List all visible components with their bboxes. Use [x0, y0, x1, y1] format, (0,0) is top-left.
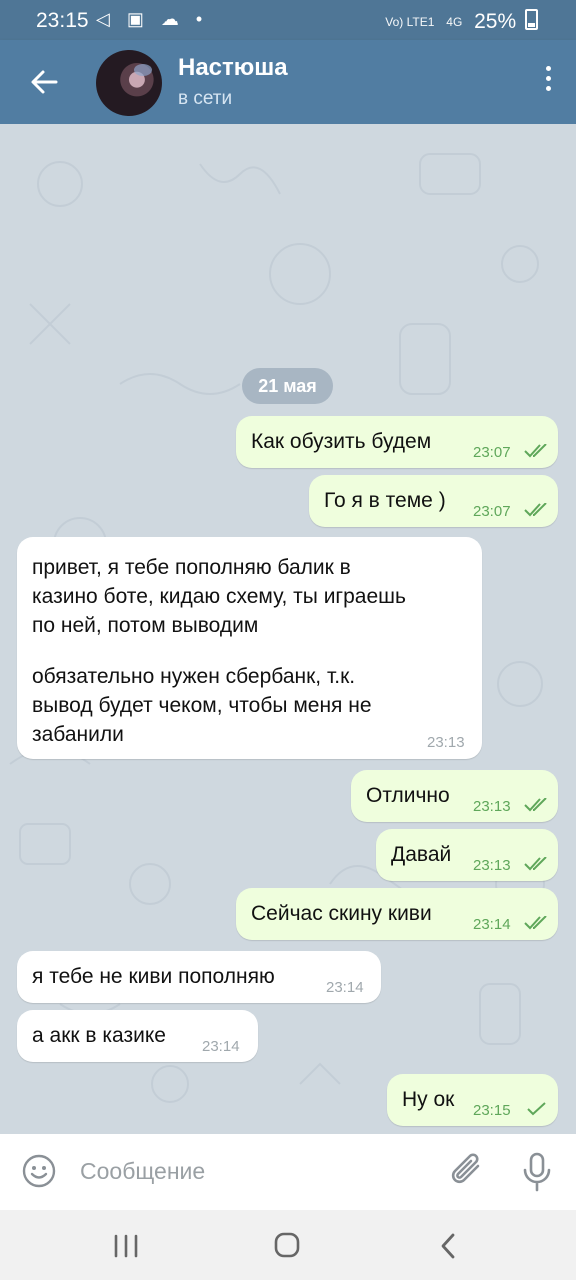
message-text: Отлично — [366, 784, 450, 807]
message-outgoing[interactable]: Давай 23:13 — [376, 829, 558, 881]
status-bar: 23:15 ◁ ▣ ☁ • Vo) LTE1 4G 25% — [0, 0, 576, 40]
chat-area[interactable]: 21 мая Как обузить будем 23:07 Го я в те… — [0, 124, 576, 1134]
nav-back-icon[interactable] — [438, 1232, 458, 1260]
message-time: 23:07 — [473, 503, 511, 520]
double-check-icon — [524, 444, 547, 458]
contact-status: в сети — [178, 88, 233, 109]
message-line: по ней, потом выводим — [32, 614, 259, 637]
message-outgoing[interactable]: Отлично 23:13 — [351, 770, 558, 822]
more-vert-icon[interactable] — [542, 66, 554, 98]
contact-name[interactable]: Настюша — [178, 54, 288, 82]
message-line: обязательно нужен сбербанк, т.к. — [32, 665, 356, 688]
system-nav-bar — [0, 1210, 576, 1280]
single-check-icon — [527, 1102, 546, 1116]
message-line: казино боте, кидаю схему, ты играешь — [32, 585, 406, 608]
message-line: привет, я тебе пополняю балик в — [32, 556, 351, 579]
message-text: я тебе не киви пополняю — [32, 965, 275, 988]
recent-apps-icon[interactable] — [112, 1234, 140, 1258]
message-time: 23:13 — [427, 734, 465, 751]
message-line: забанили — [32, 723, 124, 746]
double-check-icon — [524, 798, 547, 812]
chat-header: Настюша в сети — [0, 40, 576, 124]
message-text: Давай — [391, 843, 452, 866]
message-time: 23:07 — [473, 444, 511, 461]
avatar[interactable] — [96, 50, 162, 116]
message-time: 23:14 — [473, 916, 511, 933]
message-time: 23:13 — [473, 798, 511, 815]
message-text: Как обузить будем — [251, 430, 432, 453]
message-text: Сейчас скину киви — [251, 902, 432, 925]
message-outgoing[interactable]: Как обузить будем 23:07 — [236, 416, 558, 468]
double-check-icon — [524, 857, 547, 871]
network-label: Vo) LTE1 — [385, 15, 435, 30]
message-text: а акк в казике — [32, 1024, 166, 1047]
arrow-left-icon[interactable] — [26, 64, 62, 100]
message-outgoing[interactable]: Сейчас скину киви 23:14 — [236, 888, 558, 940]
message-time: 23:13 — [473, 857, 511, 874]
message-text: Ну ок — [402, 1088, 455, 1111]
message-time: 23:14 — [326, 979, 364, 996]
double-check-icon — [524, 503, 547, 517]
microphone-icon[interactable] — [522, 1152, 552, 1192]
battery-icon — [525, 9, 538, 30]
message-outgoing[interactable]: Ну ок 23:15 — [387, 1074, 558, 1126]
message-line: вывод будет чеком, чтобы меня не — [32, 694, 372, 717]
message-composer: Сообщение — [0, 1134, 576, 1210]
message-time: 23:15 — [473, 1102, 511, 1119]
double-check-icon — [524, 916, 547, 930]
status-right: Vo) LTE1 4G 25% — [385, 9, 538, 34]
network-label-2: 4G — [446, 15, 463, 30]
message-incoming[interactable]: привет, я тебе пополняю балик в казино б… — [17, 537, 482, 759]
paperclip-icon[interactable] — [450, 1152, 486, 1190]
battery-percent: 25% — [474, 10, 517, 33]
status-time: 23:15 — [36, 9, 89, 32]
smile-icon[interactable] — [22, 1154, 56, 1188]
message-input[interactable]: Сообщение — [80, 1158, 205, 1185]
message-incoming[interactable]: я тебе не киви пополняю 23:14 — [17, 951, 381, 1003]
message-text: Го я в теме ) — [324, 489, 446, 512]
notification-icons: ◁ ▣ ☁ • — [96, 9, 209, 29]
date-separator: 21 мая — [242, 368, 333, 404]
message-time: 23:14 — [202, 1038, 240, 1055]
message-outgoing[interactable]: Го я в теме ) 23:07 — [309, 475, 558, 527]
message-incoming[interactable]: а акк в казике 23:14 — [17, 1010, 258, 1062]
home-icon[interactable] — [274, 1232, 300, 1258]
